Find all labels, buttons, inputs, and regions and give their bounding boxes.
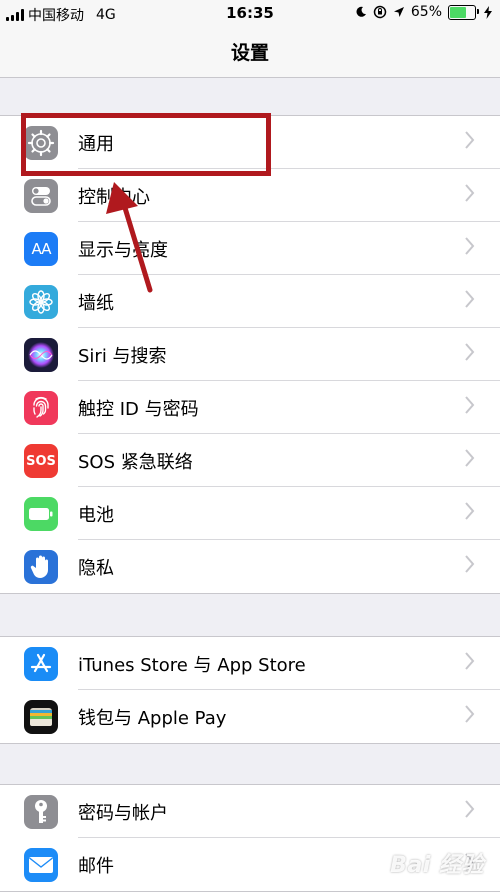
hand-icon bbox=[24, 550, 58, 584]
chevron-right-icon bbox=[465, 184, 475, 202]
settings-row-privacy[interactable]: 隐私 bbox=[0, 540, 500, 593]
chevron-right-icon bbox=[465, 705, 475, 723]
settings-row-control-center[interactable]: 控制中心 bbox=[0, 169, 500, 222]
fingerprint-icon bbox=[24, 391, 58, 425]
chevron-right-icon bbox=[465, 502, 475, 520]
settings-row-label: 墙纸 bbox=[78, 293, 114, 314]
charging-icon bbox=[484, 5, 492, 19]
settings-row-itunes-app-store[interactable]: iTunes Store 与 App Store bbox=[0, 637, 500, 690]
chevron-right-icon bbox=[465, 290, 475, 308]
navigation-bar: 设置 bbox=[0, 28, 500, 78]
battery-icon bbox=[448, 4, 479, 20]
settings-group-2: iTunes Store 与 App Store 钱包与 Apple Pay bbox=[0, 636, 500, 744]
chevron-right-icon bbox=[465, 343, 475, 361]
settings-row-display-brightness[interactable]: AA 显示与亮度 bbox=[0, 222, 500, 275]
wallet-icon bbox=[24, 700, 58, 734]
settings-row-label: 电池 bbox=[78, 505, 114, 526]
settings-row-battery[interactable]: 电池 bbox=[0, 487, 500, 540]
settings-row-label: 钱包与 Apple Pay bbox=[78, 708, 227, 729]
sos-icon: SOS bbox=[24, 444, 58, 478]
settings-group-1: 通用 控制中心 AA 显示与亮度 墙纸 Siri 与搜索 触控 ID 与密码 S… bbox=[0, 115, 500, 594]
settings-row-label: 密码与帐户 bbox=[78, 803, 168, 824]
status-right: 65% bbox=[355, 4, 492, 20]
location-icon bbox=[393, 7, 404, 17]
siri-icon bbox=[24, 338, 58, 372]
settings-row-wallet-apple-pay[interactable]: 钱包与 Apple Pay bbox=[0, 690, 500, 743]
app-store-icon bbox=[24, 647, 58, 681]
chevron-right-icon bbox=[465, 449, 475, 467]
highlight-box bbox=[21, 113, 271, 176]
battery-fill bbox=[450, 6, 466, 18]
settings-row-label: 隐私 bbox=[78, 558, 114, 579]
sos-icon-glyph: SOS bbox=[26, 453, 56, 469]
settings-row-touch-id[interactable]: 触控 ID 与密码 bbox=[0, 381, 500, 434]
settings-row-wallpaper[interactable]: 墙纸 bbox=[0, 275, 500, 328]
settings-row-label: 显示与亮度 bbox=[78, 240, 168, 261]
text-size-icon-glyph: AA bbox=[31, 240, 52, 258]
key-icon bbox=[24, 795, 58, 829]
battery-icon bbox=[24, 497, 58, 531]
rotation-lock-icon bbox=[373, 5, 387, 19]
settings-row-label: Siri 与搜索 bbox=[78, 346, 167, 367]
flower-icon bbox=[24, 285, 58, 319]
mail-icon bbox=[24, 848, 58, 882]
toggles-icon bbox=[24, 179, 58, 213]
settings-row-label: SOS 紧急联络 bbox=[78, 452, 193, 473]
settings-row-label: iTunes Store 与 App Store bbox=[78, 655, 306, 676]
settings-row-emergency-sos[interactable]: SOS SOS 紧急联络 bbox=[0, 434, 500, 487]
chevron-right-icon bbox=[465, 652, 475, 670]
chevron-right-icon bbox=[465, 131, 475, 149]
watermark-logo: Bai 经验 bbox=[390, 853, 484, 878]
text-size-icon: AA bbox=[24, 232, 58, 266]
battery-percent: 65% bbox=[410, 4, 442, 20]
settings-row-passwords-accounts[interactable]: 密码与帐户 bbox=[0, 785, 500, 838]
chevron-right-icon bbox=[465, 396, 475, 414]
page-title: 设置 bbox=[230, 42, 269, 64]
settings-row-label: 触控 ID 与密码 bbox=[78, 399, 199, 420]
moon-icon bbox=[356, 6, 366, 17]
status-bar: 中国移动 4G 16:35 65% bbox=[0, 0, 500, 28]
chevron-right-icon bbox=[465, 237, 475, 255]
settings-row-label: 邮件 bbox=[78, 856, 114, 877]
chevron-right-icon bbox=[465, 555, 475, 573]
settings-row-label: 控制中心 bbox=[78, 187, 150, 208]
settings-row-siri-search[interactable]: Siri 与搜索 bbox=[0, 328, 500, 381]
chevron-right-icon bbox=[465, 800, 475, 818]
